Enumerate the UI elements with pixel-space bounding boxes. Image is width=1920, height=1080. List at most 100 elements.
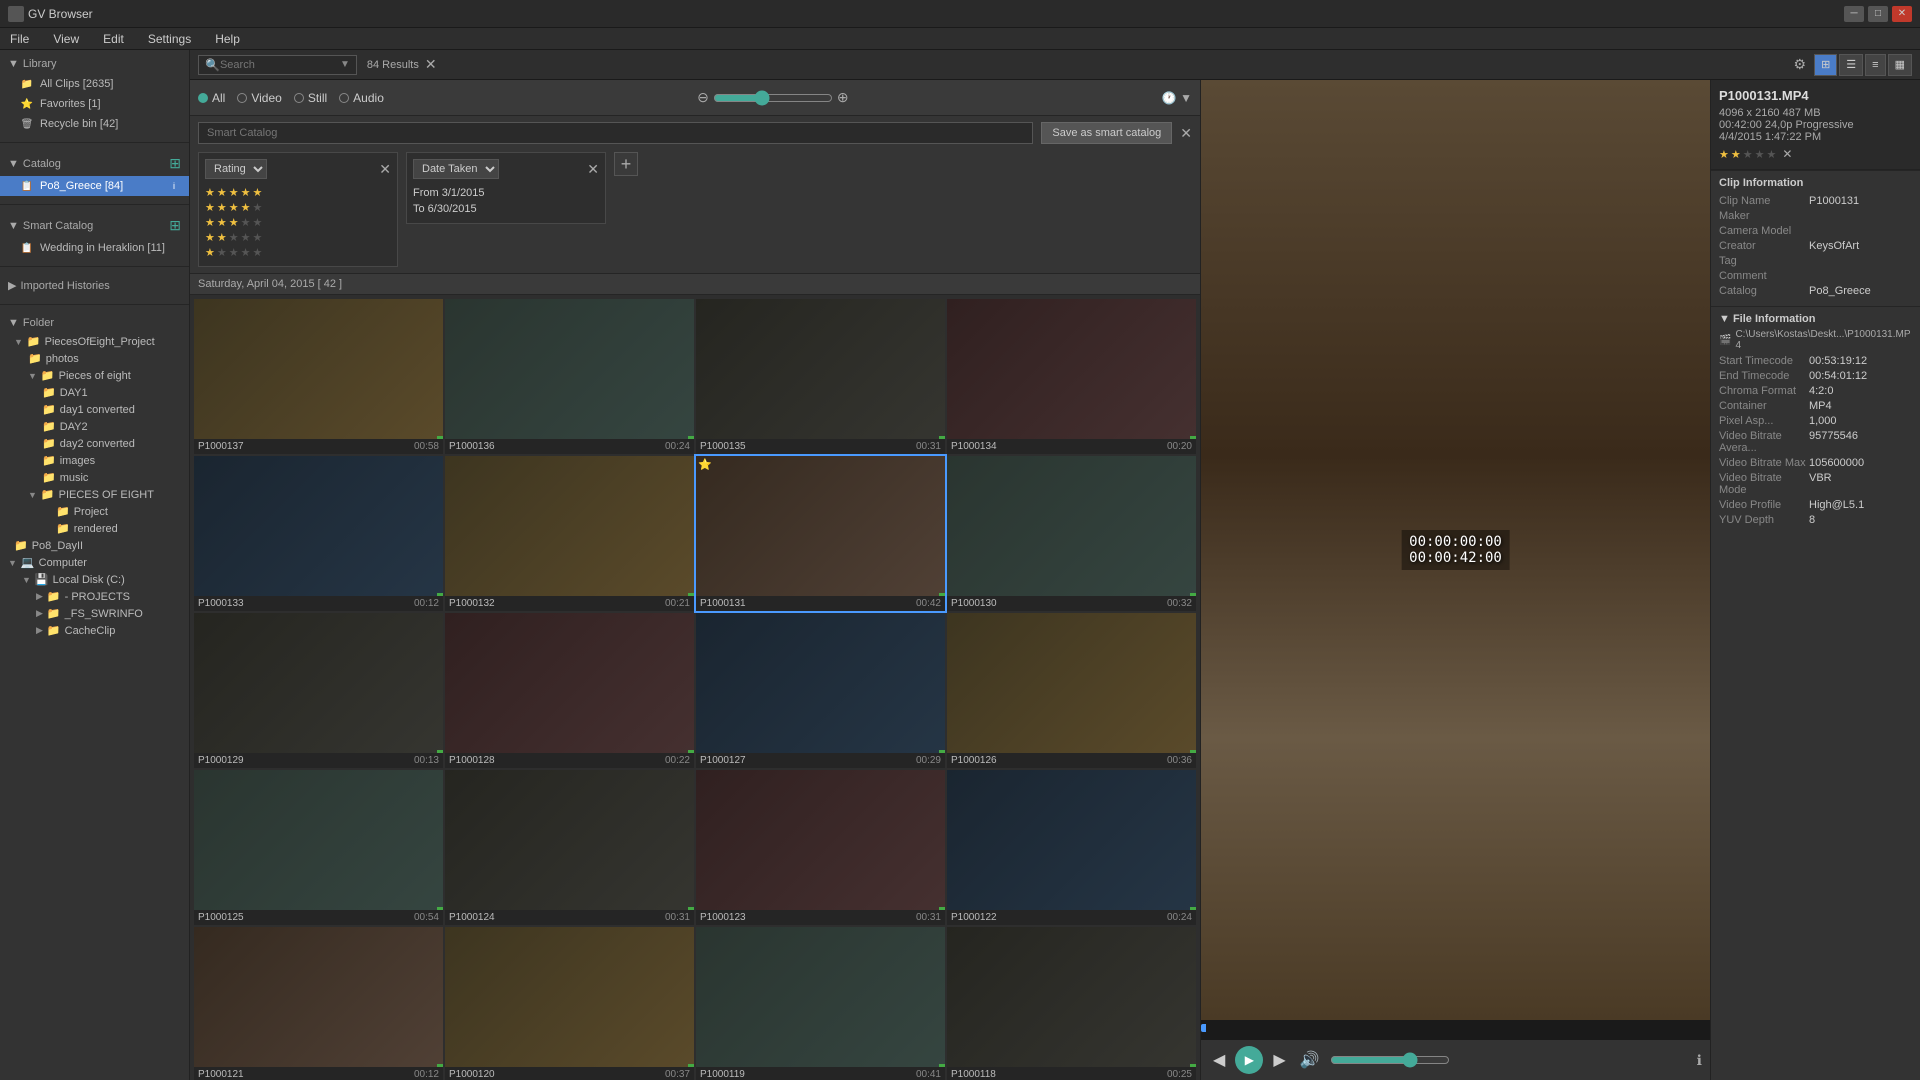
add-filter-button[interactable]: + xyxy=(614,152,638,176)
filter-rating-close-icon[interactable]: ✕ xyxy=(379,161,391,178)
smart-catalog-header[interactable]: ▼ Smart Catalog ⊞ xyxy=(0,213,189,238)
filter-date-close-icon[interactable]: ✕ xyxy=(587,161,599,178)
progress-bar-container[interactable] xyxy=(1201,1024,1710,1032)
search-input[interactable] xyxy=(220,59,340,71)
gear-icon[interactable]: ⚙ xyxy=(1794,56,1807,73)
save-smart-catalog-button[interactable]: Save as smart catalog xyxy=(1041,122,1172,144)
tree-item-project[interactable]: 📁 Project xyxy=(0,503,189,520)
clear-smart-catalog-icon[interactable]: ✕ xyxy=(1180,125,1192,142)
menu-view[interactable]: View xyxy=(47,30,85,48)
clip-item-p1000128[interactable]: P100012800:22 xyxy=(445,613,694,768)
zoom-out-icon[interactable]: ⊖ xyxy=(697,89,709,106)
tree-item-fs-swrinfo[interactable]: ▶ 📁 _FS_SWRINFO xyxy=(0,605,189,622)
clip-item-p1000131[interactable]: ⭐P100013100:42 xyxy=(696,456,945,611)
tree-item-po8-dayii[interactable]: 📁 Po8_DayII xyxy=(0,537,189,554)
folder-header[interactable]: ▼ Folder xyxy=(0,313,189,333)
clip-item-p1000137[interactable]: P100013700:58 xyxy=(194,299,443,454)
clip-item-p1000132[interactable]: P100013200:21 xyxy=(445,456,694,611)
volume-icon[interactable]: 🔊 xyxy=(1296,1048,1324,1072)
tree-item-day1[interactable]: 📁 DAY1 xyxy=(0,384,189,401)
close-button[interactable]: ✕ xyxy=(1892,6,1912,22)
view-detail-button[interactable]: ≡ xyxy=(1865,54,1885,76)
clip-item-p1000136[interactable]: P100013600:24 xyxy=(445,299,694,454)
tree-item-poe-project[interactable]: ▼ 📁 PiecesOfEight_Project xyxy=(0,333,189,350)
zoom-in-icon[interactable]: ⊕ xyxy=(837,89,849,106)
rating-star-5[interactable]: ★ xyxy=(1767,148,1777,161)
clip-item-p1000121[interactable]: P100012100:12 xyxy=(194,927,443,1080)
info-badge[interactable]: i xyxy=(167,179,181,193)
clip-item-p1000127[interactable]: P100012700:29 xyxy=(696,613,945,768)
imported-histories-header[interactable]: ▶ Imported Histories xyxy=(0,275,189,296)
tab-video[interactable]: Video xyxy=(237,91,281,105)
rating-star-3[interactable]: ★ xyxy=(1743,148,1753,161)
catalog-header[interactable]: ▼ Catalog ⊞ xyxy=(0,151,189,176)
stars-3[interactable]: ★ ★ ★ ★ ★ xyxy=(205,215,391,230)
stars-5[interactable]: ★ ★ ★ ★ ★ xyxy=(205,185,391,200)
clip-item-p1000126[interactable]: P100012600:36 xyxy=(947,613,1196,768)
smart-catalog-input[interactable] xyxy=(198,122,1033,144)
stars-4[interactable]: ★ ★ ★ ★ ★ xyxy=(205,200,391,215)
clip-item-p1000122[interactable]: P100012200:24 xyxy=(947,770,1196,925)
menu-settings[interactable]: Settings xyxy=(142,30,197,48)
volume-slider[interactable] xyxy=(1330,1052,1450,1068)
tree-item-pieces-of-eight-upper[interactable]: ▼ 📁 PIECES OF EIGHT xyxy=(0,486,189,503)
minimize-button[interactable]: ─ xyxy=(1844,6,1864,22)
tree-item-projects[interactable]: ▶ 📁 - PROJECTS xyxy=(0,588,189,605)
search-dropdown-icon[interactable]: ▼ xyxy=(340,59,350,70)
view-list-button[interactable]: ☰ xyxy=(1839,54,1863,76)
clear-results-icon[interactable]: ✕ xyxy=(425,56,437,73)
sidebar-item-po8-greece[interactable]: 📋 Po8_Greece [84] i xyxy=(0,176,189,196)
tree-item-local-disk[interactable]: ▼ 💾 Local Disk (C:) xyxy=(0,571,189,588)
tree-item-photos[interactable]: 📁 photos xyxy=(0,350,189,367)
play-button[interactable]: ▶ xyxy=(1235,1046,1263,1074)
tree-item-day2-converted[interactable]: 📁 day2 converted xyxy=(0,435,189,452)
tab-still[interactable]: Still xyxy=(294,91,327,105)
menu-edit[interactable]: Edit xyxy=(97,30,130,48)
preview-info-icon[interactable]: ℹ xyxy=(1697,1052,1702,1069)
clip-item-p1000130[interactable]: P100013000:32 xyxy=(947,456,1196,611)
clip-item-p1000118[interactable]: P100011800:25 xyxy=(947,927,1196,1080)
tab-audio[interactable]: Audio xyxy=(339,91,384,105)
tree-item-music[interactable]: 📁 music xyxy=(0,469,189,486)
sidebar-item-favorites[interactable]: ⭐ Favorites [1] xyxy=(0,94,189,114)
tree-item-day2[interactable]: 📁 DAY2 xyxy=(0,418,189,435)
rating-star-4[interactable]: ★ xyxy=(1755,148,1765,161)
tab-all[interactable]: All xyxy=(198,91,225,105)
tree-item-pieces-of-eight[interactable]: ▼ 📁 Pieces of eight xyxy=(0,367,189,384)
tree-item-images[interactable]: 📁 images xyxy=(0,452,189,469)
clip-item-p1000124[interactable]: P100012400:31 xyxy=(445,770,694,925)
view-filmstrip-button[interactable]: ▦ xyxy=(1888,54,1912,76)
menu-help[interactable]: Help xyxy=(209,30,246,48)
rewind-button[interactable]: ◀ xyxy=(1209,1048,1229,1072)
menu-file[interactable]: File xyxy=(4,30,35,48)
filter-rating-select[interactable]: Rating xyxy=(205,159,267,179)
clock-icon[interactable]: 🕐 ▼ xyxy=(1162,91,1192,105)
rating-clear-icon[interactable]: ✕ xyxy=(1782,147,1792,161)
smart-catalog-add-icon[interactable]: ⊞ xyxy=(169,217,181,234)
clip-item-p1000133[interactable]: P100013300:12 xyxy=(194,456,443,611)
stars-2[interactable]: ★ ★ ★ ★ ★ xyxy=(205,230,391,245)
clip-item-p1000134[interactable]: P100013400:20 xyxy=(947,299,1196,454)
sidebar-item-wedding[interactable]: 📋 Wedding in Heraklion [11] xyxy=(0,238,189,258)
clip-item-p1000125[interactable]: P100012500:54 xyxy=(194,770,443,925)
clip-item-p1000135[interactable]: P100013500:31 xyxy=(696,299,945,454)
stars-1[interactable]: ★ ★ ★ ★ ★ xyxy=(205,245,391,260)
zoom-range[interactable] xyxy=(713,90,833,106)
rating-star-2[interactable]: ★ xyxy=(1731,148,1741,161)
library-header[interactable]: ▼ Library xyxy=(0,54,189,74)
clip-item-p1000120[interactable]: P100012000:37 xyxy=(445,927,694,1080)
sidebar-item-recycle[interactable]: 🗑 Recycle bin [42] xyxy=(0,114,189,134)
rating-star-1[interactable]: ★ xyxy=(1719,148,1729,161)
sidebar-item-all-clips[interactable]: 📁 All Clips [2635] xyxy=(0,74,189,94)
clip-item-p1000119[interactable]: P100011900:41 xyxy=(696,927,945,1080)
tree-item-computer[interactable]: ▼ 💻 Computer xyxy=(0,554,189,571)
catalog-add-icon[interactable]: ⊞ xyxy=(169,155,181,172)
filter-date-select[interactable]: Date Taken xyxy=(413,159,499,179)
clip-item-p1000129[interactable]: P100012900:13 xyxy=(194,613,443,768)
view-grid-button[interactable]: ⊞ xyxy=(1814,54,1837,76)
tree-item-rendered[interactable]: 📁 rendered xyxy=(0,520,189,537)
tree-item-day1-converted[interactable]: 📁 day1 converted xyxy=(0,401,189,418)
tree-item-cacheclip[interactable]: ▶ 📁 CacheClip xyxy=(0,622,189,639)
maximize-button[interactable]: □ xyxy=(1868,6,1888,22)
forward-button[interactable]: ▶ xyxy=(1269,1048,1289,1072)
